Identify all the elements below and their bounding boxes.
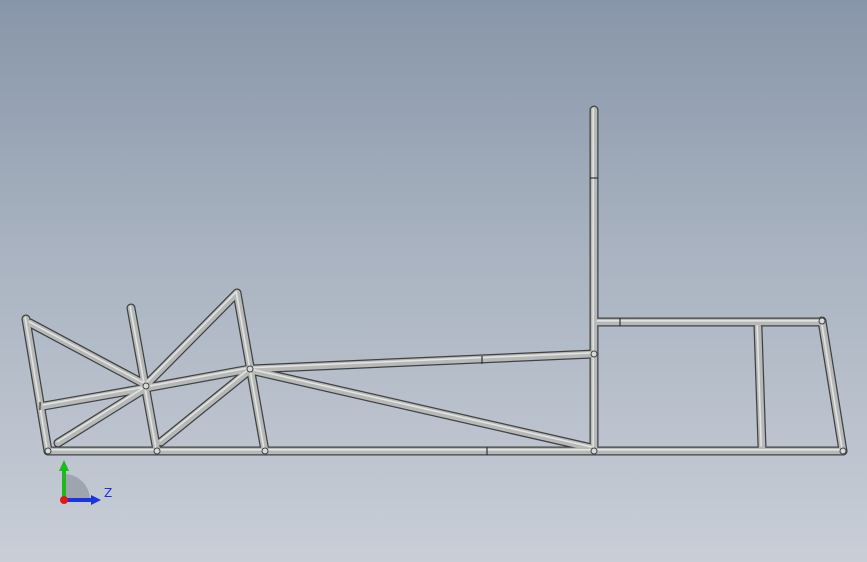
- z-axis-arrow-icon: [91, 495, 101, 505]
- x-axis-icon: [60, 496, 68, 504]
- orientation-triad[interactable]: Z: [0, 0, 867, 562]
- triad-plane-icon: [64, 474, 90, 500]
- graphics-viewport[interactable]: Z: [0, 0, 867, 562]
- y-axis-arrow-icon: [59, 460, 69, 471]
- z-axis-label: Z: [104, 486, 112, 500]
